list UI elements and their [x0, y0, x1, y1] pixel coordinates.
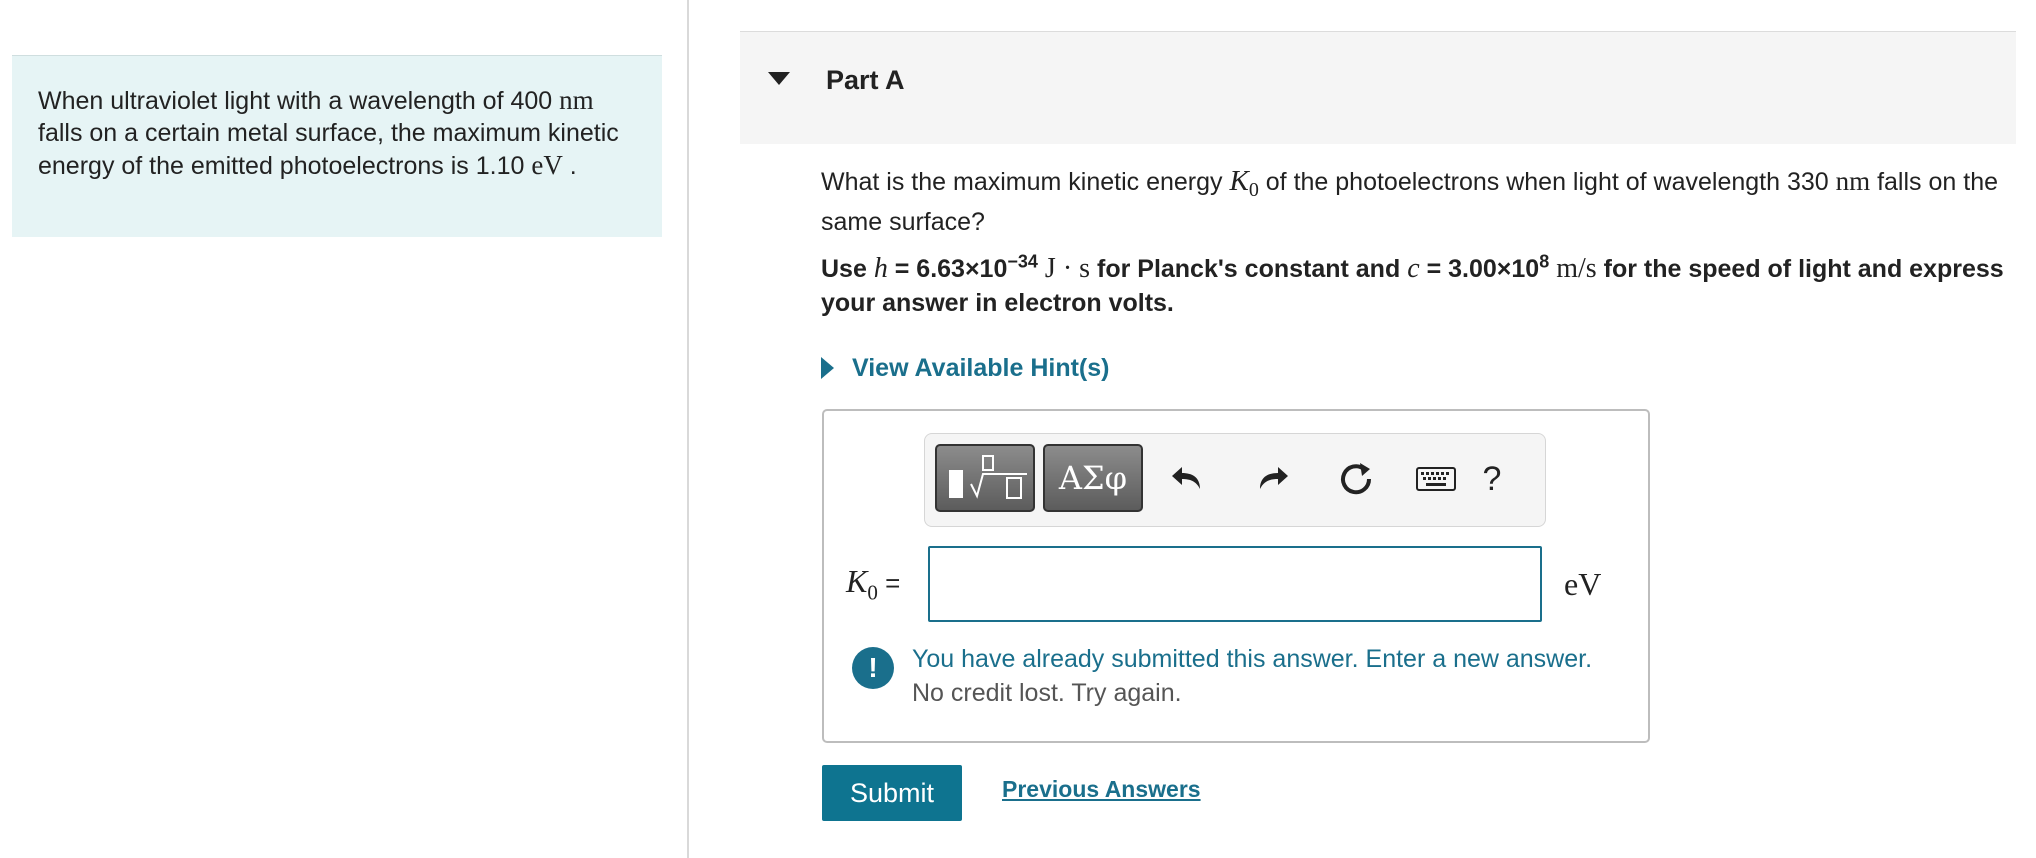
part-header[interactable]: Part A — [740, 31, 2016, 144]
part-title: Part A — [826, 65, 905, 95]
answer-equals: = — [877, 568, 901, 598]
h-exponent: −34 — [1007, 251, 1038, 272]
instr-planck: for Planck's constant and — [1090, 255, 1408, 283]
collapse-caret-icon[interactable] — [768, 72, 790, 85]
feedback-message: You have already submitted this answer. … — [912, 645, 1593, 673]
fraction-root-icon — [949, 455, 1027, 499]
reset-icon[interactable] — [1333, 456, 1379, 502]
c-exponent: 8 — [1539, 251, 1550, 272]
answer-variable-label: K0 = — [846, 563, 900, 605]
column-divider — [687, 0, 689, 858]
greek-symbols-button[interactable]: ΑΣφ — [1043, 444, 1143, 512]
answer-k-subscript: 0 — [867, 580, 878, 605]
redo-icon[interactable] — [1249, 456, 1295, 502]
wavelength-unit: nm — [559, 85, 594, 115]
view-hints-toggle[interactable]: View Available Hint(s) — [821, 350, 1109, 386]
view-hints-link[interactable]: View Available Hint(s) — [852, 354, 1109, 383]
answer-input[interactable] — [928, 546, 1542, 622]
h-unit: J · s — [1037, 253, 1091, 284]
alert-icon: ! — [852, 647, 894, 689]
math-toolbar: ΑΣφ ? — [924, 433, 1546, 527]
c-symbol: c — [1407, 253, 1420, 284]
k-subscript: 0 — [1248, 179, 1259, 201]
problem-intro: When ultraviolet light with a wavelength… — [12, 55, 662, 237]
intro-text: When ultraviolet light with a wavelength… — [38, 87, 560, 115]
submit-button[interactable]: Submit — [822, 765, 962, 821]
question-text-2: of the photoelectrons when light of wave… — [1258, 168, 1836, 196]
instructions: Use h = 6.63×10−34 J · s for Planck's co… — [821, 252, 2011, 320]
h-symbol: h — [873, 253, 888, 284]
previous-answers-link[interactable]: Previous Answers — [1002, 776, 1201, 803]
k-symbol: K — [1229, 165, 1249, 197]
question-text: What is the maximum kinetic energy K0 of… — [821, 165, 2011, 238]
h-value: = 6.63×10 — [887, 255, 1008, 283]
c-unit: m/s — [1549, 253, 1597, 284]
energy-unit: eV — [531, 150, 563, 180]
question-unit: nm — [1835, 166, 1871, 196]
answer-unit: eV — [1564, 566, 1602, 602]
instr-use: Use — [821, 255, 874, 283]
question-text-1: What is the maximum kinetic energy — [821, 168, 1230, 196]
expand-caret-icon — [821, 357, 834, 379]
feedback-submessage: No credit lost. Try again. — [912, 679, 1182, 707]
answer-k-symbol: K — [846, 563, 868, 599]
answer-box: ΑΣφ ? K0 = eV ! You have already submitt… — [822, 409, 1650, 743]
undo-icon[interactable] — [1165, 456, 1211, 502]
c-value: = 3.00×10 — [1419, 255, 1540, 283]
intro-period: . — [562, 152, 577, 180]
keyboard-icon[interactable] — [1413, 456, 1459, 502]
templates-button[interactable] — [935, 444, 1035, 512]
help-icon[interactable]: ? — [1469, 456, 1515, 502]
